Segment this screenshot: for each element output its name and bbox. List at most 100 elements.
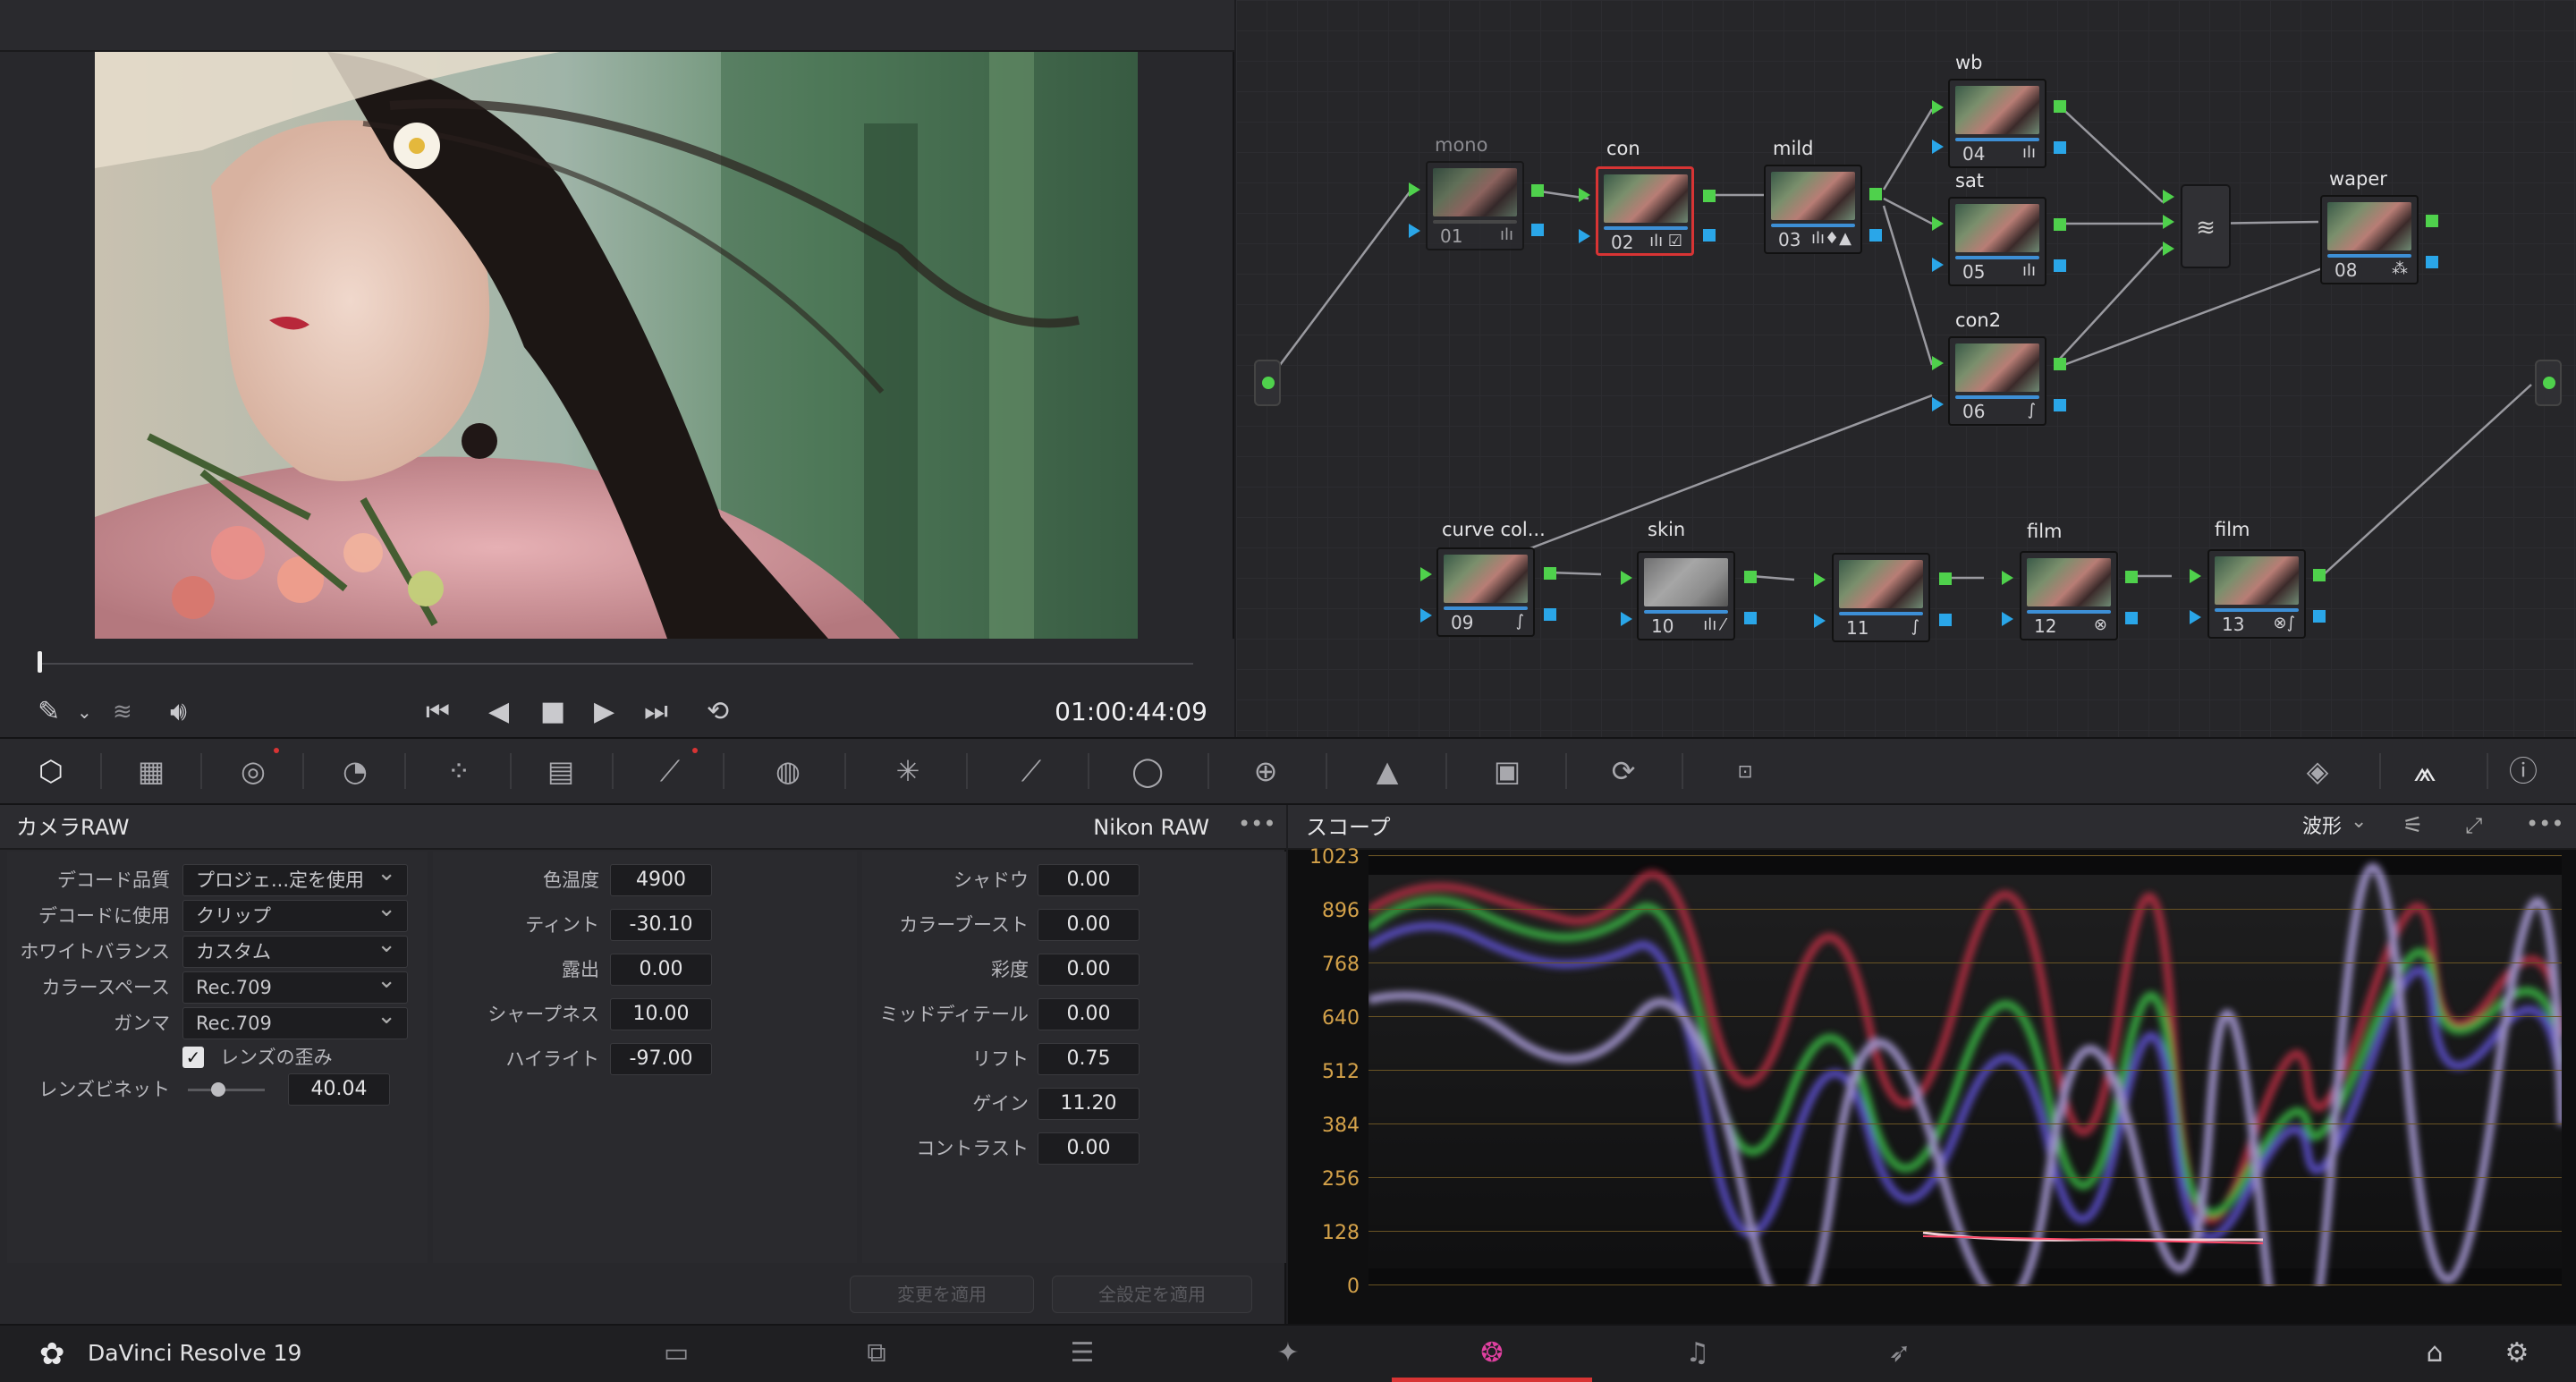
- camera-raw-icon[interactable]: ⬡: [20, 737, 82, 805]
- node-output-pin[interactable]: [1744, 571, 1757, 583]
- node-input-pin[interactable]: [1579, 229, 1590, 243]
- node-input-pin[interactable]: [1621, 612, 1632, 626]
- node-04[interactable]: 04 ılı: [1948, 79, 2046, 168]
- exposure-field[interactable]: 0.00: [610, 954, 712, 986]
- node-input-source[interactable]: [1254, 360, 1281, 406]
- node-13[interactable]: 13 ⊗∫: [2207, 549, 2306, 639]
- deliver-page-icon[interactable]: ➶: [1855, 1324, 1945, 1382]
- node-output-pin[interactable]: [1869, 188, 1882, 200]
- eyedropper-icon[interactable]: ✎: [38, 687, 60, 737]
- node-output-pin[interactable]: [2054, 399, 2066, 411]
- node-input-pin[interactable]: [1409, 224, 1420, 238]
- color-boost-field[interactable]: 0.00: [1038, 909, 1140, 941]
- fusion-page-icon[interactable]: ✦: [1243, 1324, 1333, 1382]
- tint-field[interactable]: -30.10: [610, 909, 712, 941]
- lens-distortion-checkbox[interactable]: ✓: [182, 1047, 204, 1068]
- scope-more-button[interactable]: •••: [2526, 801, 2563, 846]
- color-page-icon[interactable]: ❂: [1447, 1324, 1537, 1382]
- gain-field[interactable]: 11.20: [1038, 1088, 1140, 1120]
- apply-changes-button[interactable]: 変更を適用: [850, 1276, 1034, 1313]
- color-space-dropdown[interactable]: Rec.709: [182, 965, 408, 1004]
- fairlight-page-icon[interactable]: ♫: [1653, 1324, 1742, 1382]
- node-03[interactable]: 03 ılı♦▲: [1764, 165, 1862, 254]
- eyedropper-dropdown-icon[interactable]: ⌄: [77, 687, 92, 737]
- node-output-pin[interactable]: [1544, 567, 1556, 580]
- node-output-source[interactable]: [2535, 360, 2562, 406]
- node-input-pin[interactable]: [1420, 608, 1432, 623]
- gamma-dropdown[interactable]: Rec.709: [182, 1001, 408, 1039]
- motion-effects-icon[interactable]: ▤: [530, 737, 592, 805]
- contrast-field[interactable]: 0.00: [1038, 1132, 1140, 1165]
- midtone-detail-field[interactable]: 0.00: [1038, 998, 1140, 1030]
- skip-to-end-icon[interactable]: ⏭: [644, 687, 668, 737]
- scope-settings-icon[interactable]: ⚟: [2402, 803, 2423, 848]
- node-output-pin[interactable]: [2426, 256, 2438, 268]
- node-10[interactable]: 10 ılı ⁄: [1637, 551, 1735, 640]
- node-output-pin[interactable]: [1544, 608, 1556, 621]
- scopes-icon[interactable]: ⩕: [2394, 737, 2456, 805]
- node-08[interactable]: 08 ⁂: [2320, 195, 2419, 284]
- blur-icon[interactable]: ▣: [1476, 737, 1538, 805]
- warper-mesh-icon[interactable]: ✳: [877, 737, 939, 805]
- color-match-icon[interactable]: ▦: [120, 737, 182, 805]
- hdr-wheels-icon[interactable]: ◔: [324, 737, 386, 805]
- rgb-mixer-icon[interactable]: ⁘: [428, 737, 490, 805]
- sharpness-field[interactable]: 10.00: [610, 998, 712, 1030]
- node-output-pin[interactable]: [1744, 612, 1757, 624]
- node-output-pin[interactable]: [2313, 569, 2326, 581]
- node-output-pin[interactable]: [1939, 572, 1952, 585]
- scrub-track[interactable]: [39, 663, 1193, 665]
- node-05[interactable]: 05 ılı: [1948, 197, 2046, 286]
- node-input-pin[interactable]: [1409, 182, 1420, 197]
- node-11[interactable]: 11 ∫: [1832, 553, 1930, 642]
- loop-icon[interactable]: ⟲: [707, 687, 729, 737]
- mixer-input-pin[interactable]: [2163, 190, 2174, 204]
- node-output-pin[interactable]: [1869, 229, 1882, 242]
- window-icon[interactable]: ◯: [1116, 737, 1179, 805]
- shadow-field[interactable]: 0.00: [1038, 864, 1140, 896]
- node-input-pin[interactable]: [2002, 571, 2013, 585]
- raw-more-button[interactable]: •••: [1238, 801, 1275, 846]
- node-input-pin[interactable]: [1420, 567, 1432, 581]
- node-12[interactable]: 12 ⊗: [2020, 551, 2118, 640]
- node-09[interactable]: 09 ∫: [1436, 547, 1535, 637]
- node-input-pin[interactable]: [1932, 140, 1944, 154]
- step-back-icon[interactable]: ◀: [488, 687, 509, 737]
- magic-mask-icon[interactable]: ▲: [1356, 737, 1419, 805]
- node-output-pin[interactable]: [1531, 224, 1544, 236]
- layer-mixer-node[interactable]: ≋: [2181, 184, 2231, 268]
- node-output-pin[interactable]: [1531, 184, 1544, 197]
- video-frame[interactable]: [95, 52, 1138, 639]
- edit-page-icon[interactable]: ☰: [1038, 1324, 1127, 1382]
- node-output-pin[interactable]: [2426, 215, 2438, 227]
- node-output-pin[interactable]: [1703, 190, 1716, 202]
- node-output-pin[interactable]: [2125, 571, 2138, 583]
- node-input-pin[interactable]: [1814, 614, 1826, 628]
- node-input-pin[interactable]: [2002, 612, 2013, 626]
- white-balance-dropdown[interactable]: カスタム: [182, 929, 408, 968]
- volume-icon[interactable]: 🔊︎: [170, 687, 187, 737]
- node-output-pin[interactable]: [2054, 141, 2066, 154]
- color-temp-field[interactable]: 4900: [610, 864, 712, 896]
- node-output-pin[interactable]: [1939, 614, 1952, 626]
- node-input-pin[interactable]: [1932, 356, 1944, 370]
- node-02[interactable]: 02 ılı ☑: [1596, 166, 1694, 256]
- vignette-value-field[interactable]: 40.04: [288, 1073, 390, 1106]
- info-icon[interactable]: ⓘ: [2492, 737, 2555, 805]
- decode-using-dropdown[interactable]: クリップ: [182, 894, 408, 932]
- node-output-pin[interactable]: [2125, 612, 2138, 624]
- vignette-slider-handle[interactable]: [211, 1082, 225, 1097]
- node-input-pin[interactable]: [1932, 258, 1944, 272]
- vignette-slider-track[interactable]: [188, 1089, 265, 1091]
- lift-field[interactable]: 0.75: [1038, 1043, 1140, 1075]
- node-input-pin[interactable]: [1579, 188, 1590, 202]
- apply-all-button[interactable]: 全設定を適用: [1052, 1276, 1252, 1313]
- node-output-pin[interactable]: [1703, 229, 1716, 242]
- qualifier-icon[interactable]: ⟋: [1000, 737, 1063, 805]
- node-output-pin[interactable]: [2313, 610, 2326, 623]
- chevron-down-icon[interactable]: ⌄: [2351, 800, 2367, 844]
- node-output-pin[interactable]: [2054, 218, 2066, 231]
- mixer-input-pin[interactable]: [2163, 215, 2174, 229]
- node-editor[interactable]: mono 01 ılı con 02 ılı ☑ mild 03 ılı♦▲ w…: [1236, 0, 2576, 737]
- node-output-pin[interactable]: [2054, 259, 2066, 272]
